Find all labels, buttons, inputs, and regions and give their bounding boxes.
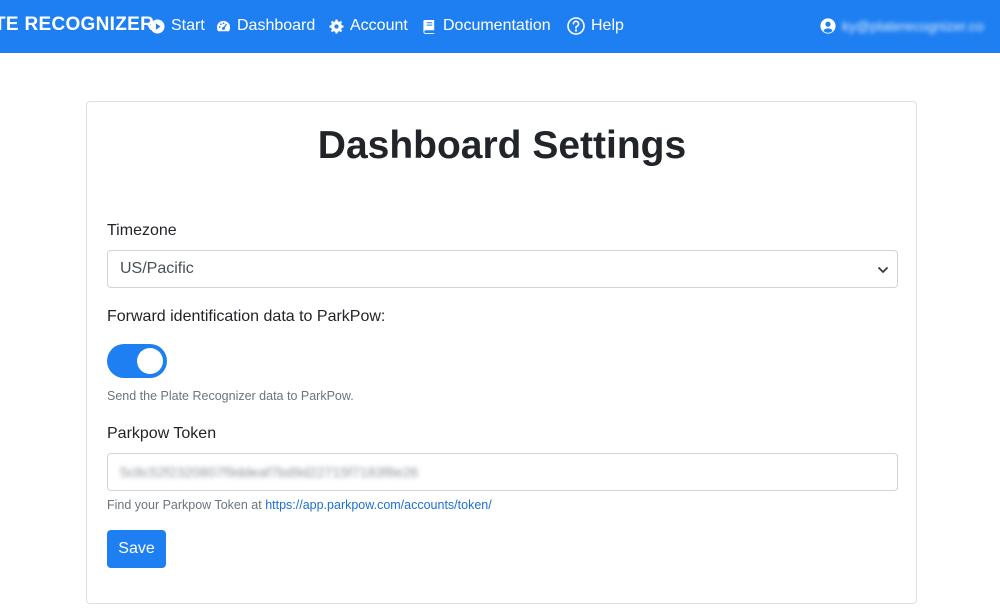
token-help-prefix: Find your Parkpow Token at [107,498,266,512]
timezone-label: Timezone [107,222,177,239]
parkpow-token-value: 5c8c52f2320807f9ddeaf7bd9d22715f7183f8e2… [120,464,419,480]
forward-parkpow-toggle[interactable] [107,344,167,378]
user-account-menu[interactable]: ky@platerecognizer.co [820,15,984,37]
nav-item-documentation[interactable]: Documentation [422,15,551,37]
page-title: Dashboard Settings [317,124,687,167]
top-navbar: TE RECOGNIZER Start Dashboard Account Do… [0,0,1000,53]
tachometer-icon [216,20,231,31]
user-circle-icon [820,18,836,34]
nav-item-help[interactable]: Help [567,15,624,37]
gear-icon [329,18,344,34]
nav-item-dashboard[interactable]: Dashboard [216,15,315,37]
nav-item-label: Start [171,17,205,34]
nav-item-start[interactable]: Start [150,15,205,37]
question-circle-icon [567,17,585,35]
play-circle-icon [150,18,165,34]
parkpow-token-link[interactable]: https://app.parkpow.com/accounts/token/ [265,498,492,512]
timezone-selected-value: US/Pacific [120,260,194,277]
nav-item-label: Documentation [443,17,551,34]
parkpow-token-input[interactable]: 5c8c52f2320807f9ddeaf7bd9d22715f7183f8e2… [107,453,898,491]
settings-card [86,101,917,604]
book-icon [423,19,435,34]
forward-help-text: Send the Plate Recognizer data to ParkPo… [107,389,354,403]
nav-item-label: Help [591,17,624,34]
token-help-text: Find your Parkpow Token at https://app.p… [107,498,492,512]
nav-item-label: Dashboard [237,17,316,34]
brand-logo-text[interactable]: TE RECOGNIZER [0,14,154,36]
parkpow-token-label: Parkpow Token [107,425,217,442]
nav-item-account[interactable]: Account [329,15,408,37]
user-email: ky@platerecognizer.co [842,18,984,34]
nav-item-label: Account [350,17,408,34]
save-button[interactable]: Save [107,530,166,568]
chevron-down-icon [877,263,889,275]
toggle-knob [137,348,163,374]
forward-parkpow-label: Forward identification data to ParkPow: [107,308,386,325]
timezone-select[interactable]: US/Pacific [107,250,898,288]
